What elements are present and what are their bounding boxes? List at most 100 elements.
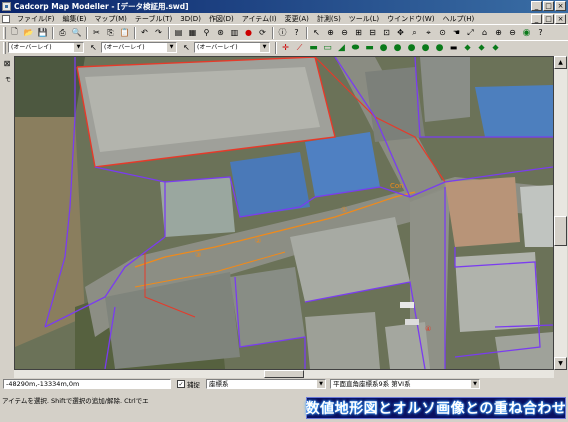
doc-restore-button[interactable]: □: [543, 14, 554, 24]
menu-edit[interactable]: 編集(E): [59, 14, 91, 24]
point-tool-icon[interactable]: ✛: [279, 41, 292, 54]
scroll-up-icon[interactable]: ▲: [554, 56, 567, 69]
zoom-prev-icon[interactable]: ⊟: [366, 26, 379, 39]
context-help-icon[interactable]: ?: [534, 26, 547, 39]
scroll-down-icon[interactable]: ▼: [554, 357, 567, 370]
binoculars-icon[interactable]: ⊛: [214, 26, 227, 39]
menu-file[interactable]: ファイル(F): [13, 14, 59, 24]
refresh-icon[interactable]: ⟳: [256, 26, 269, 39]
menu-window[interactable]: ウインドウ(W): [383, 14, 438, 24]
overlay-combo-3-value: (オーバーレイ): [197, 44, 238, 51]
print-preview-icon[interactable]: 🔍: [70, 26, 83, 39]
symbol-tool-icon[interactable]: ⬥: [461, 41, 474, 54]
table-icon[interactable]: ▤: [172, 26, 185, 39]
new-icon[interactable]: 🗋: [8, 26, 21, 39]
snap-tool-icon[interactable]: ⊠: [2, 58, 13, 69]
polygon-tool-icon[interactable]: ▬: [307, 41, 320, 54]
toolbar-grip[interactable]: [3, 26, 6, 39]
select-arrow-icon[interactable]: ↖: [310, 26, 323, 39]
layer-icon[interactable]: ▥: [228, 26, 241, 39]
ellipse-tool-icon[interactable]: ⬬: [349, 41, 362, 54]
menu-measure[interactable]: 計測(S): [313, 14, 345, 24]
zoom-in-icon[interactable]: ⊕: [324, 26, 337, 39]
chevron-down-icon[interactable]: ▼: [74, 43, 83, 52]
menu-tools[interactable]: ツール(L): [345, 14, 383, 24]
coord-system-select[interactable]: 座標系 ▼: [206, 379, 326, 389]
chevron-down-icon[interactable]: ▼: [317, 380, 325, 388]
symbol-2-tool-icon[interactable]: ⬥: [475, 41, 488, 54]
horizontal-scrollbar[interactable]: [14, 370, 554, 378]
overlay-combo-2[interactable]: (オーバーレイ) ▼: [101, 42, 177, 53]
vertical-scroll-thumb[interactable]: [554, 216, 567, 246]
overlay-combo-1[interactable]: (オーバーレイ) ▼: [8, 42, 84, 53]
paste-icon[interactable]: 📋: [118, 26, 131, 39]
map-label-2: ②: [255, 237, 261, 245]
stop-icon[interactable]: ●: [242, 26, 255, 39]
chevron-down-icon[interactable]: ▼: [471, 380, 479, 388]
line-tool-icon[interactable]: ⟋: [293, 41, 306, 54]
properties-icon[interactable]: ▦: [186, 26, 199, 39]
main-toolbar: 🗋 📂 💾 ⎙ 🔍 ✂ ⎘ 📋 ↶ ↷ ▤ ▦ ⚲ ⊛ ▥ ● ⟳ ⓘ ? ↖ …: [0, 24, 568, 40]
menu-help[interactable]: ヘルプ(H): [439, 14, 479, 24]
minimize-button[interactable]: _: [531, 1, 542, 11]
map-canvas[interactable]: Con ① ② ③ ④: [14, 56, 554, 370]
document-icon[interactable]: [2, 14, 10, 23]
maximize-button[interactable]: □: [543, 1, 554, 11]
print-icon[interactable]: ⎙: [56, 26, 69, 39]
circle-2-tool-icon[interactable]: ●: [391, 41, 404, 54]
zoom-selection-icon[interactable]: ⊙: [436, 26, 449, 39]
circle-4-tool-icon[interactable]: ●: [419, 41, 432, 54]
zoom-window-icon[interactable]: ⊞: [352, 26, 365, 39]
text-tool-icon[interactable]: ▬: [447, 41, 460, 54]
hand-icon[interactable]: ☚: [450, 26, 463, 39]
menu-change[interactable]: 変更(A): [281, 14, 313, 24]
overlay-combo-3[interactable]: (オーバーレイ) ▼: [194, 42, 270, 53]
doc-close-button[interactable]: ×: [555, 14, 566, 24]
projection-select[interactable]: 平面直角座標系9系 第VI系 ▼: [330, 379, 480, 389]
coordinate-field[interactable]: -48290m,-13334m,0m: [3, 379, 171, 389]
polyline-tool-icon[interactable]: ▬: [363, 41, 376, 54]
save-icon[interactable]: 💾: [36, 26, 49, 39]
rectangle-tool-icon[interactable]: ▭: [321, 41, 334, 54]
info-icon[interactable]: ⓘ: [276, 26, 289, 39]
chevron-down-icon[interactable]: ▼: [167, 43, 176, 52]
label-icon[interactable]: ⌂: [478, 26, 491, 39]
snap-checkbox[interactable]: ✓: [177, 380, 185, 388]
redo-icon[interactable]: ↷: [152, 26, 165, 39]
copy-icon[interactable]: ⎘: [104, 26, 117, 39]
doc-minimize-button[interactable]: _: [531, 14, 542, 24]
menu-table[interactable]: テーブル(T): [131, 14, 176, 24]
help-icon[interactable]: ?: [290, 26, 303, 39]
undo-icon[interactable]: ↶: [138, 26, 151, 39]
toolbar-grip[interactable]: [3, 41, 6, 54]
map-view[interactable]: Con ① ② ③ ④: [15, 57, 553, 369]
cursor-icon[interactable]: ↖: [180, 41, 193, 54]
close-button[interactable]: ×: [555, 1, 566, 11]
circle-tool-icon[interactable]: ●: [377, 41, 390, 54]
zoom-all-icon[interactable]: ⊡: [380, 26, 393, 39]
zoom-scale-icon[interactable]: ⌕: [408, 26, 421, 39]
symbol-3-tool-icon[interactable]: ⬥: [489, 41, 502, 54]
menu-3d[interactable]: 3D(D): [176, 15, 205, 23]
zoom-out-icon[interactable]: ⊖: [338, 26, 351, 39]
arc-tool-icon[interactable]: ◢: [335, 41, 348, 54]
caption-text: 数値地形図とオルソ画像との重ね合わせ: [305, 401, 567, 417]
zoom-layer-icon[interactable]: ⌖: [422, 26, 435, 39]
find-icon[interactable]: ⚲: [200, 26, 213, 39]
circle-3-tool-icon[interactable]: ●: [405, 41, 418, 54]
zoom-in-2-icon[interactable]: ⊕: [492, 26, 505, 39]
zoom-out-2-icon[interactable]: ⊖: [506, 26, 519, 39]
pan-icon[interactable]: ✥: [394, 26, 407, 39]
menu-draw[interactable]: 作図(D): [205, 14, 238, 24]
open-icon[interactable]: 📂: [22, 26, 35, 39]
measure-icon[interactable]: ⤢: [464, 26, 477, 39]
vertical-scrollbar[interactable]: ▲ ▼: [554, 56, 567, 370]
cursor-icon[interactable]: ↖: [87, 41, 100, 54]
chevron-down-icon[interactable]: ▼: [260, 43, 269, 52]
circle-5-tool-icon[interactable]: ●: [433, 41, 446, 54]
menu-map[interactable]: マップ(M): [90, 14, 131, 24]
cut-icon[interactable]: ✂: [90, 26, 103, 39]
menu-item[interactable]: アイテム(I): [238, 14, 281, 24]
horizontal-scroll-thumb[interactable]: [264, 370, 304, 378]
globe-icon[interactable]: ◉: [520, 26, 533, 39]
